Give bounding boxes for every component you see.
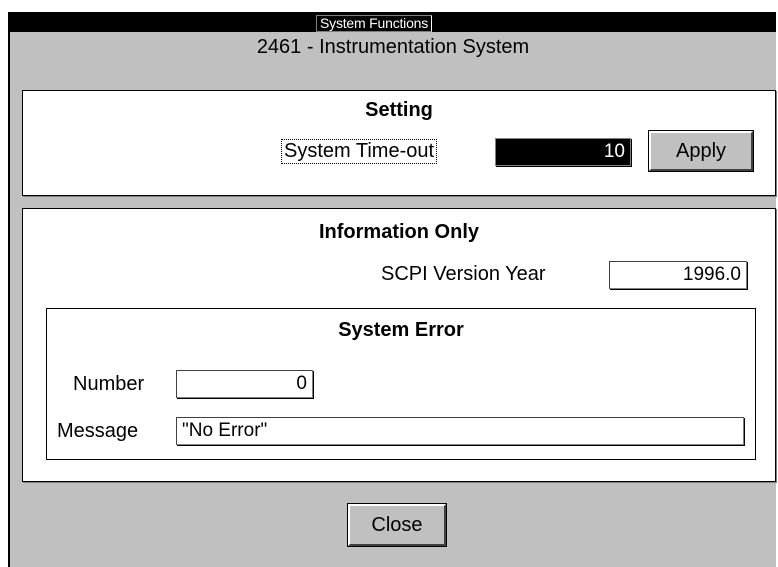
scpi-version-label: SCPI Version Year [381, 263, 546, 285]
error-message-field: "No Error" [176, 417, 744, 445]
information-heading: Information Only [319, 221, 479, 243]
system-error-panel: System Error Number 0 Message "No Error" [46, 308, 756, 460]
system-functions-dialog: System Functions 2461 - Instrumentation … [8, 12, 776, 567]
error-message-label: Message [57, 420, 139, 442]
error-number-field: 0 [176, 370, 313, 398]
instrument-subtitle: 2461 - Instrumentation System [256, 36, 530, 58]
scpi-version-field: 1996.0 [609, 261, 747, 289]
error-number-label: Number [73, 373, 145, 395]
window-title: System Functions [316, 15, 433, 32]
title-bar[interactable]: System Functions [10, 14, 776, 32]
apply-button[interactable]: Apply [648, 130, 754, 172]
close-button[interactable]: Close [347, 503, 447, 547]
setting-panel: Setting System Time-out 10 Apply [22, 90, 776, 196]
system-error-heading: System Error [338, 319, 464, 341]
system-timeout-label: System Time-out [281, 139, 438, 164]
setting-heading: Setting [365, 99, 433, 121]
information-panel: Information Only SCPI Version Year 1996.… [22, 208, 776, 482]
system-timeout-input[interactable]: 10 [495, 138, 631, 166]
